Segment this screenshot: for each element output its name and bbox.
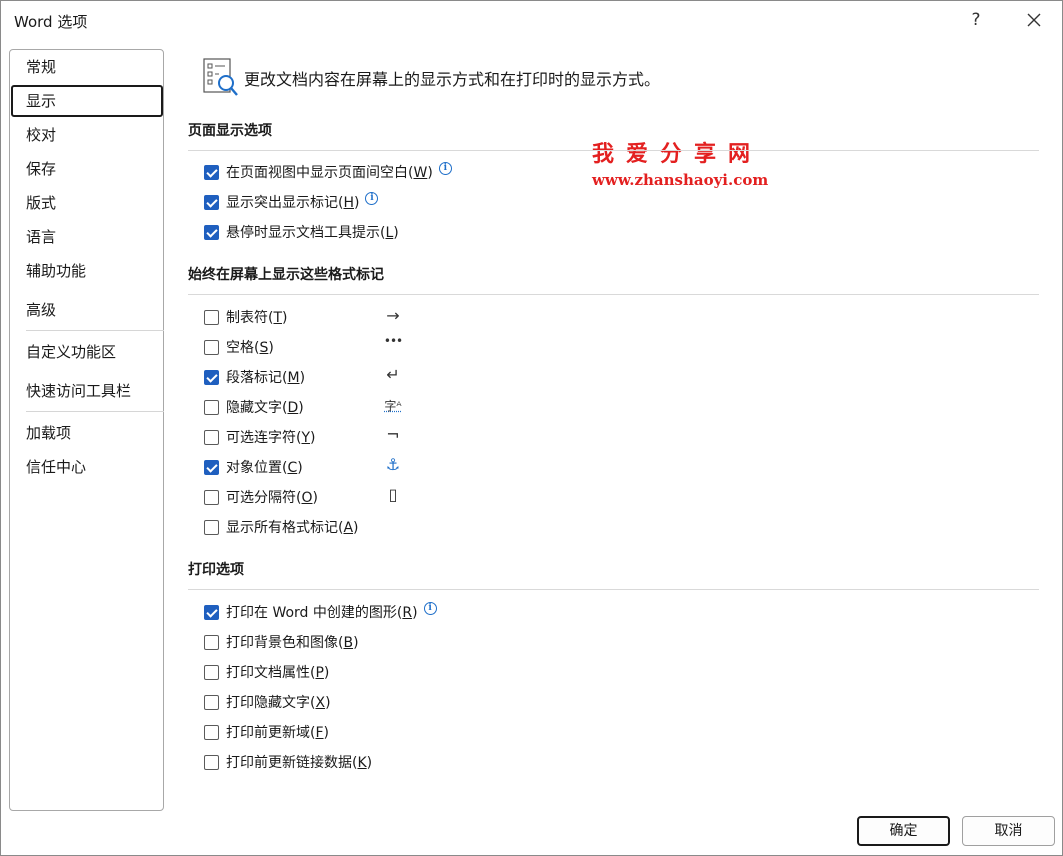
option-label: 打印隐藏文字(X) bbox=[226, 695, 331, 711]
option-tab-characters[interactable]: 制表符(T) bbox=[204, 307, 288, 327]
sidebar-item-general[interactable]: 常规 bbox=[11, 51, 163, 83]
ok-button[interactable]: 确定 bbox=[857, 816, 950, 846]
option-show-highlighter[interactable]: 显示突出显示标记(H) i bbox=[204, 191, 379, 212]
section-divider bbox=[188, 589, 1039, 590]
checkbox[interactable] bbox=[204, 224, 219, 240]
checkbox[interactable] bbox=[204, 634, 219, 650]
optional-hyphen-icon: ¬ bbox=[386, 425, 400, 444]
option-label: 打印文档属性(P) bbox=[226, 665, 330, 681]
option-label: 显示突出显示标记(H) bbox=[226, 195, 360, 211]
option-label: 段落标记(M) bbox=[226, 370, 306, 386]
checkbox[interactable] bbox=[204, 724, 219, 740]
checkbox[interactable] bbox=[204, 604, 219, 620]
option-label: 打印背景色和图像(B) bbox=[226, 635, 359, 651]
option-hidden-text[interactable]: 隐藏文字(D) bbox=[204, 397, 304, 417]
checkbox[interactable] bbox=[204, 194, 219, 210]
sidebar-item-add-ins[interactable]: 加载项 bbox=[11, 417, 163, 449]
info-icon[interactable]: i bbox=[423, 601, 437, 615]
option-label: 打印前更新域(F) bbox=[226, 725, 329, 741]
sidebar-item-accessibility[interactable]: 辅助功能 bbox=[11, 255, 163, 287]
checkbox[interactable] bbox=[204, 754, 219, 770]
option-label: 打印在 Word 中创建的图形(R) bbox=[226, 605, 418, 621]
sidebar-item-save[interactable]: 保存 bbox=[11, 153, 163, 185]
checkbox[interactable] bbox=[204, 164, 219, 180]
option-print-hidden-text[interactable]: 打印隐藏文字(X) bbox=[204, 692, 331, 712]
optional-break-icon: ▯ bbox=[388, 485, 398, 504]
option-update-fields[interactable]: 打印前更新域(F) bbox=[204, 722, 329, 742]
option-optional-hyphens[interactable]: 可选连字符(Y) bbox=[204, 427, 316, 447]
option-object-anchors[interactable]: 对象位置(C) bbox=[204, 457, 303, 477]
option-label: 显示所有格式标记(A) bbox=[226, 520, 359, 536]
option-label: 隐藏文字(D) bbox=[226, 400, 304, 416]
close-icon bbox=[1027, 13, 1041, 27]
option-print-properties[interactable]: 打印文档属性(P) bbox=[204, 662, 329, 682]
checkbox[interactable] bbox=[204, 369, 219, 385]
sidebar-divider bbox=[26, 330, 164, 331]
option-label: 悬停时显示文档工具提示(L) bbox=[226, 225, 399, 241]
sidebar-item-language[interactable]: 语言 bbox=[11, 221, 163, 253]
sidebar-item-typography[interactable]: 版式 bbox=[11, 187, 163, 219]
hidden-text-icon: 字ᴬ bbox=[384, 399, 402, 413]
option-label: 可选连字符(Y) bbox=[226, 430, 316, 446]
option-print-background[interactable]: 打印背景色和图像(B) bbox=[204, 632, 359, 652]
option-optional-breaks[interactable]: 可选分隔符(O) bbox=[204, 487, 318, 507]
sidebar-item-trust-center[interactable]: 信任中心 bbox=[11, 451, 163, 483]
title-bar: Word 选项 ? bbox=[1, 1, 1062, 39]
checkbox[interactable] bbox=[204, 399, 219, 415]
option-label: 制表符(T) bbox=[226, 310, 288, 326]
info-icon[interactable]: i bbox=[365, 191, 379, 205]
checkbox[interactable] bbox=[204, 429, 219, 445]
option-print-drawings[interactable]: 打印在 Word 中创建的图形(R) i bbox=[204, 601, 437, 622]
section-title-format-marks: 始终在屏幕上显示这些格式标记 bbox=[188, 267, 384, 283]
option-show-all-marks[interactable]: 显示所有格式标记(A) bbox=[204, 517, 359, 537]
option-show-whitespace[interactable]: 在页面视图中显示页面间空白(W) i bbox=[204, 161, 452, 182]
help-button[interactable]: ? bbox=[961, 7, 991, 33]
option-label: 可选分隔符(O) bbox=[226, 490, 318, 506]
option-show-tooltips[interactable]: 悬停时显示文档工具提示(L) bbox=[204, 222, 399, 242]
space-dots-icon: ••• bbox=[383, 334, 403, 348]
sidebar-item-proofing[interactable]: 校对 bbox=[11, 119, 163, 151]
dialog-title: Word 选项 bbox=[14, 13, 88, 31]
display-settings-icon bbox=[203, 58, 238, 96]
option-label: 在页面视图中显示页面间空白(W) bbox=[226, 165, 433, 181]
option-paragraph-marks[interactable]: 段落标记(M) bbox=[204, 367, 305, 387]
checkbox[interactable] bbox=[204, 489, 219, 505]
checkbox[interactable] bbox=[204, 694, 219, 710]
section-divider bbox=[188, 294, 1039, 295]
option-label: 打印前更新链接数据(K) bbox=[226, 755, 373, 771]
checkbox[interactable] bbox=[204, 664, 219, 680]
section-title-page-display: 页面显示选项 bbox=[188, 123, 272, 139]
section-title-print: 打印选项 bbox=[188, 562, 244, 578]
page-description: 更改文档内容在屏幕上的显示方式和在打印时的显示方式。 bbox=[244, 70, 661, 89]
watermark-title: 我爱分享网 bbox=[592, 141, 763, 167]
sidebar-divider bbox=[26, 411, 164, 412]
option-label: 空格(S) bbox=[226, 340, 274, 356]
checkbox[interactable] bbox=[204, 519, 219, 535]
checkbox[interactable] bbox=[204, 459, 219, 475]
sidebar-item-display[interactable]: 显示 bbox=[11, 85, 163, 117]
word-options-dialog: Word 选项 ? 常规 显示 校对 保存 版式 语言 辅助功能 高级 自定义功… bbox=[0, 0, 1063, 856]
option-spaces[interactable]: 空格(S) bbox=[204, 337, 274, 357]
tab-arrow-icon: → bbox=[386, 306, 400, 325]
option-update-linked-data[interactable]: 打印前更新链接数据(K) bbox=[204, 752, 372, 772]
sidebar-item-customize-ribbon[interactable]: 自定义功能区 bbox=[11, 336, 163, 368]
sidebar-item-advanced[interactable]: 高级 bbox=[11, 294, 163, 326]
watermark-url: www.zhanshaoyi.com bbox=[592, 171, 769, 189]
anchor-icon: ⚓ bbox=[385, 455, 401, 474]
info-icon[interactable]: i bbox=[438, 161, 452, 175]
checkbox[interactable] bbox=[204, 339, 219, 355]
checkbox[interactable] bbox=[204, 309, 219, 325]
section-divider bbox=[188, 150, 1039, 151]
sidebar-item-quick-access-toolbar[interactable]: 快速访问工具栏 bbox=[11, 375, 163, 407]
paragraph-mark-icon: ↵ bbox=[386, 365, 400, 384]
option-label: 对象位置(C) bbox=[226, 460, 303, 476]
close-button[interactable] bbox=[1019, 7, 1049, 33]
cancel-button[interactable]: 取消 bbox=[962, 816, 1055, 846]
options-sidebar: 常规 显示 校对 保存 版式 语言 辅助功能 高级 自定义功能区 快速访问工具栏… bbox=[9, 49, 164, 811]
